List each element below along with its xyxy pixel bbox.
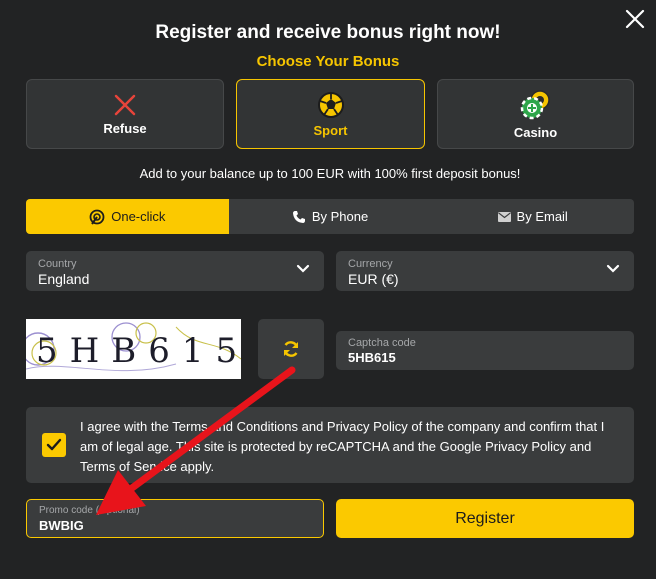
tab-one-click[interactable]: One-click (26, 199, 229, 234)
envelope-icon (497, 211, 511, 222)
chevron-down-icon (296, 264, 310, 273)
currency-select-label: Currency (348, 258, 393, 270)
checkmark-icon (46, 438, 62, 451)
captcha-input[interactable]: Captcha code 5HB615 (336, 331, 634, 370)
register-button[interactable]: Register (336, 499, 634, 538)
promo-code-value: BWBIG (39, 518, 84, 533)
currency-select[interactable]: Currency EUR (€) (336, 251, 634, 291)
promo-code-label: Promo code (Optional) (39, 505, 140, 516)
captcha-input-value: 5HB615 (348, 350, 396, 365)
chevron-down-icon (606, 264, 620, 273)
agreement-text: I agree with the Terms and Conditions an… (80, 419, 605, 474)
country-select-label: Country (38, 258, 77, 270)
bonus-option-label: Casino (513, 124, 558, 140)
country-select-value: England (38, 271, 90, 287)
tab-label: By Phone (311, 209, 369, 224)
refresh-icon (283, 341, 299, 357)
one-click-icon (89, 209, 105, 225)
country-select[interactable]: Country England (26, 251, 324, 291)
bonus-option-label: Refuse (103, 120, 147, 136)
bonus-description: Add to your balance up to 100 EUR with 1… (139, 166, 521, 181)
casino-chips-icon (520, 89, 550, 119)
tab-label: By Email (516, 209, 568, 224)
tab-by-phone[interactable]: By Phone (229, 199, 432, 234)
captcha-image-text: 5HB615 (36, 331, 241, 371)
registration-method-tabs: One-click By Phone By Email (26, 199, 634, 234)
currency-select-value: EUR (€) (348, 271, 399, 287)
tab-by-email[interactable]: By Email (431, 199, 634, 234)
captcha-image: 5HB615 (26, 319, 241, 379)
captcha-input-label: Captcha code (348, 337, 416, 349)
bonus-subtitle: Choose Your Bonus (256, 53, 400, 70)
page-title: Register and receive bonus right now! (155, 22, 501, 43)
tab-label: One-click (111, 209, 166, 224)
promo-code-input[interactable]: Promo code (Optional) BWBIG (26, 499, 324, 538)
bonus-option-label: Sport (313, 122, 348, 138)
bonus-option-sport[interactable]: Sport (236, 79, 425, 149)
soccer-ball-icon (317, 91, 344, 118)
phone-icon (292, 210, 305, 223)
refresh-captcha-button[interactable] (258, 319, 324, 379)
agreement-box: I agree with the Terms and Conditions an… (26, 407, 634, 483)
bonus-option-casino[interactable]: Casino (437, 79, 634, 149)
bonus-option-refuse[interactable]: Refuse (26, 79, 224, 149)
cross-icon (114, 94, 136, 115)
agreement-checkbox[interactable] (42, 433, 66, 457)
